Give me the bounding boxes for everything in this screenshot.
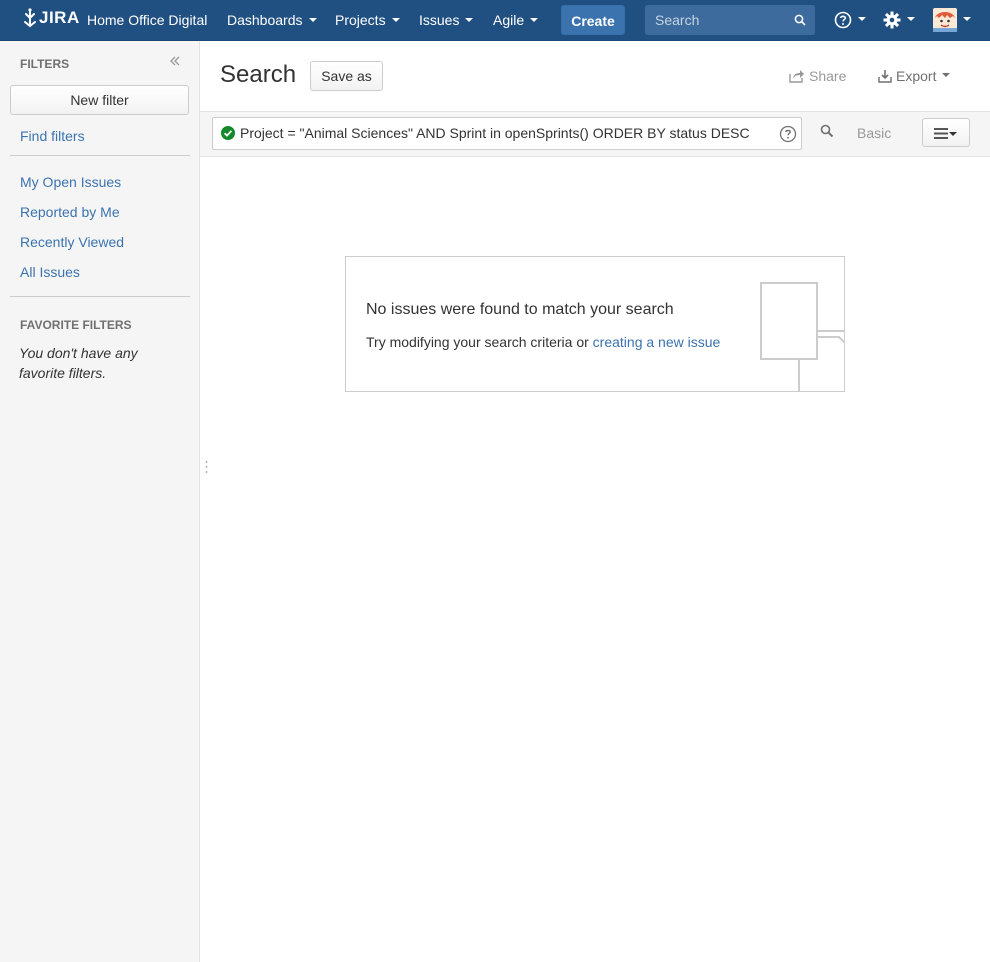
nav-dashboards[interactable]: Dashboards xyxy=(227,0,317,40)
syntax-help-icon[interactable] xyxy=(779,125,797,143)
create-button[interactable]: Create xyxy=(561,5,625,35)
gear-icon xyxy=(883,11,901,29)
favorite-filters-heading: FAVORITE FILTERS xyxy=(20,318,132,332)
divider xyxy=(10,296,190,297)
logo-text: JIRA xyxy=(39,8,80,27)
chevron-down-icon xyxy=(858,17,866,21)
share-button[interactable]: Share xyxy=(789,68,846,84)
new-filter-button[interactable]: New filter xyxy=(10,85,189,115)
admin-menu[interactable] xyxy=(883,0,915,40)
empty-document-icon xyxy=(760,282,844,391)
chevron-down-icon xyxy=(942,73,951,77)
jira-logo-icon xyxy=(24,8,36,28)
user-menu[interactable] xyxy=(933,0,971,40)
nav-agile[interactable]: Agile xyxy=(493,0,539,40)
valid-query-icon xyxy=(221,126,235,140)
filter-my-open-issues[interactable]: My Open Issues xyxy=(20,174,121,190)
chevron-down-icon xyxy=(308,18,317,23)
empty-results-panel: No issues were found to match your searc… xyxy=(345,256,845,392)
nav-projects[interactable]: Projects xyxy=(335,0,400,40)
export-button[interactable]: Export xyxy=(878,68,951,84)
create-new-issue-link[interactable]: creating a new issue xyxy=(593,334,721,350)
search-icon[interactable] xyxy=(794,14,806,26)
chevron-down-icon xyxy=(963,17,971,21)
filters-sidebar: FILTERS New filter Find filters My Open … xyxy=(0,41,200,962)
collapse-sidebar-icon[interactable] xyxy=(169,55,181,67)
filter-recently-viewed[interactable]: Recently Viewed xyxy=(20,234,124,250)
empty-results-text: Try modifying your search criteria or cr… xyxy=(366,334,720,350)
chevron-down-icon xyxy=(907,17,915,21)
empty-results-hint: Try modifying your search criteria or xyxy=(366,334,593,350)
nav-agile-label: Agile xyxy=(493,12,525,28)
find-filters-link[interactable]: Find filters xyxy=(20,128,85,144)
jql-query-field[interactable]: Project = "Animal Sciences" AND Sprint i… xyxy=(212,117,802,150)
instance-name[interactable]: Home Office Digital xyxy=(87,0,207,40)
divider xyxy=(10,155,190,156)
top-navigation-bar: JIRA Home Office Digital Dashboards Proj… xyxy=(0,0,990,41)
filter-reported-by-me[interactable]: Reported by Me xyxy=(20,204,120,220)
jql-query-text: Project = "Animal Sciences" AND Sprint i… xyxy=(240,125,750,141)
help-icon xyxy=(834,11,852,29)
filter-all-issues[interactable]: All Issues xyxy=(20,264,80,280)
export-icon xyxy=(878,70,892,83)
save-as-button[interactable]: Save as xyxy=(310,61,383,91)
export-label: Export xyxy=(896,68,937,84)
avatar xyxy=(933,8,957,32)
layout-switcher-button[interactable] xyxy=(922,118,970,147)
nav-issues-label: Issues xyxy=(419,12,460,28)
chevron-down-icon xyxy=(391,18,400,23)
help-menu[interactable] xyxy=(834,0,866,40)
search-icon[interactable] xyxy=(820,124,834,138)
chevron-down-icon xyxy=(465,18,474,23)
share-label: Share xyxy=(809,68,847,84)
nav-dashboards-label: Dashboards xyxy=(227,12,303,28)
nav-projects-label: Projects xyxy=(335,12,386,28)
share-icon xyxy=(789,70,804,83)
favorite-filters-empty: You don't have any favorite filters. xyxy=(19,345,138,381)
page-title: Search xyxy=(220,61,297,88)
empty-results-title: No issues were found to match your searc… xyxy=(366,301,674,318)
quick-search-input[interactable] xyxy=(645,5,785,35)
basic-search-link[interactable]: Basic xyxy=(857,125,891,141)
chevron-down-icon xyxy=(949,132,957,136)
quick-search xyxy=(645,5,815,35)
nav-issues[interactable]: Issues xyxy=(419,0,474,40)
filters-heading: FILTERS xyxy=(20,57,70,71)
list-view-icon xyxy=(934,128,948,139)
chevron-down-icon xyxy=(530,18,539,23)
sidebar-resize-handle[interactable] xyxy=(205,460,208,474)
jira-logo[interactable]: JIRA xyxy=(22,8,80,28)
